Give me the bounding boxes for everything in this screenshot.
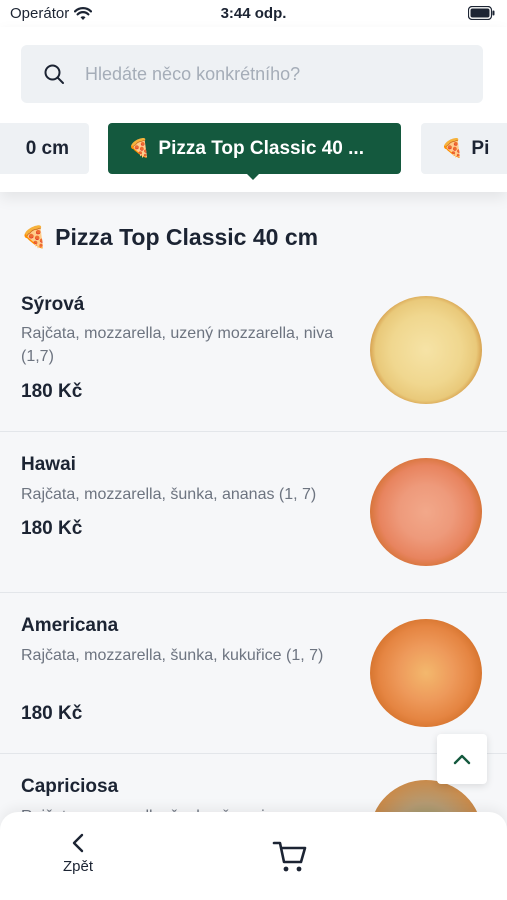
category-tab-active[interactable]: 🍕 Pizza Top Classic 40 ... (108, 123, 401, 174)
bottom-nav: Zpět (0, 812, 507, 900)
chevron-left-icon (72, 833, 84, 853)
battery-icon (467, 5, 495, 24)
category-tab-label: 0 cm (25, 137, 69, 159)
item-name: Sýrová (21, 294, 85, 315)
section-title-label: Pizza Top Classic 40 cm (55, 224, 319, 250)
back-button[interactable]: Zpět (50, 832, 106, 884)
category-tabs: 0 cm 🍕 Pizza Top Classic 40 ... 🍕 Pi (0, 123, 507, 183)
menu-item[interactable]: Sýrová Rajčata, mozzarella, uzený mozzar… (0, 274, 507, 432)
item-price: 180 Kč (21, 518, 83, 539)
item-name: Capriciosa (21, 776, 119, 797)
pizza-icon: 🍕 (441, 138, 464, 158)
category-tab-next[interactable]: 🍕 Pi (421, 123, 507, 174)
top-panel: 0 cm 🍕 Pizza Top Classic 40 ... 🍕 Pi (0, 27, 507, 192)
search-icon (43, 63, 65, 85)
item-price: 180 Kč (21, 381, 83, 402)
pizza-icon: 🍕 (21, 225, 48, 249)
menu-list: 🍕 Pizza Top Classic 40 cm Sýrová Rajčata… (0, 192, 507, 900)
status-time: 3:44 odp. (220, 5, 287, 22)
item-name: Americana (21, 615, 119, 636)
cart-icon (272, 841, 307, 872)
active-tab-indicator (246, 173, 260, 180)
item-description: Rajčata, mozzarella, uzený mozzarella, n… (21, 325, 334, 365)
item-price: 180 Kč (21, 703, 83, 724)
back-label: Zpět (62, 858, 93, 875)
menu-item[interactable]: Americana Rajčata, mozzarella, šunka, ku… (0, 593, 507, 754)
category-tab-previous[interactable]: 0 cm (0, 123, 89, 174)
status-bar: Operátor 3:44 odp. (0, 0, 507, 27)
chevron-up-icon (453, 754, 471, 765)
item-image (370, 296, 482, 404)
item-image (370, 458, 482, 566)
scroll-to-top-button[interactable] (437, 734, 487, 784)
category-tab-label: Pizza Top Classic 40 ... (158, 137, 364, 159)
item-description: Rajčata, mozzarella, šunka, kukuřice (1,… (21, 647, 324, 664)
pizza-icon: 🍕 (128, 138, 151, 158)
category-tab-label: Pi (471, 137, 490, 159)
search-input[interactable] (85, 63, 445, 85)
search-bar[interactable] (21, 45, 483, 103)
cart-button[interactable] (272, 838, 312, 878)
item-image (370, 619, 482, 727)
menu-item[interactable]: Hawai Rajčata, mozzarella, šunka, ananas… (0, 432, 507, 593)
section-title: 🍕 Pizza Top Classic 40 cm (21, 224, 318, 251)
item-name: Hawai (21, 454, 76, 475)
item-description: Rajčata, mozzarella, šunka, ananas (1, 7… (21, 486, 317, 503)
